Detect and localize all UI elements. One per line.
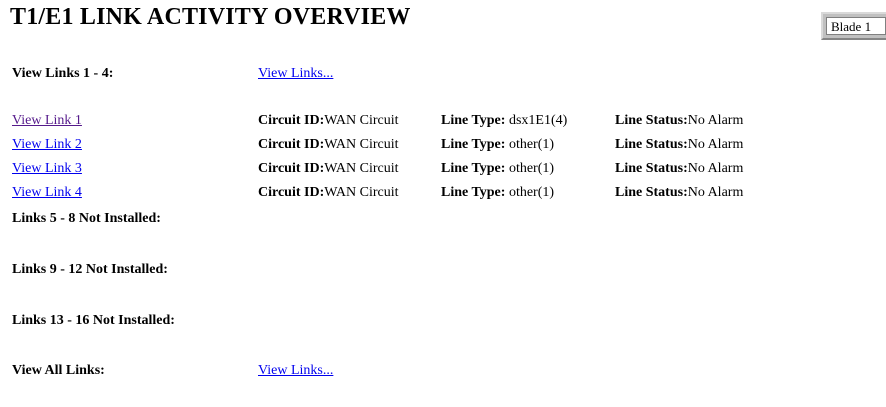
line-status-value: No Alarm (687, 137, 744, 152)
view-link-4[interactable]: View Link 4 (12, 185, 82, 201)
page-title: T1/E1 LINK ACTIVITY OVERVIEW (10, 4, 411, 30)
line-status-value: No Alarm (687, 161, 744, 176)
line-type-value: other(1) (508, 185, 555, 200)
blade-select[interactable]: Blade 1 (821, 12, 886, 40)
view-link-1[interactable]: View Link 1 (12, 113, 82, 129)
link-3-status: Line Status:No Alarm (615, 161, 743, 177)
circuit-id-label: Circuit ID: (258, 185, 325, 200)
line-type-value: dsx1E1(4) (508, 113, 568, 128)
circuit-id-value: WAN Circuit (324, 113, 399, 128)
link-4-status: Line Status:No Alarm (615, 185, 743, 201)
link-2-circuit: Circuit ID:WAN Circuit (258, 137, 399, 153)
links-9-12-not-installed: Links 9 - 12 Not Installed: (12, 262, 168, 277)
link-4-type: Line Type: other(1) (441, 185, 554, 201)
circuit-id-value: WAN Circuit (324, 161, 399, 176)
link-2-type: Line Type: other(1) (441, 137, 554, 153)
link-1-type: Line Type: dsx1E1(4) (441, 113, 567, 129)
link-3-type: Line Type: other(1) (441, 161, 554, 177)
circuit-id-label: Circuit ID: (258, 137, 325, 152)
view-all-links-link[interactable]: View Links... (258, 363, 333, 379)
line-type-label: Line Type: (441, 185, 506, 200)
line-status-value: No Alarm (687, 113, 744, 128)
line-status-label: Line Status: (615, 161, 688, 176)
circuit-id-value: WAN Circuit (324, 137, 399, 152)
line-type-label: Line Type: (441, 161, 506, 176)
link-2-status: Line Status:No Alarm (615, 137, 743, 153)
circuit-id-value: WAN Circuit (324, 185, 399, 200)
view-link-2[interactable]: View Link 2 (12, 137, 82, 153)
view-all-links-label: View All Links: (12, 363, 105, 378)
line-status-label: Line Status: (615, 113, 688, 128)
view-links-1-4-link[interactable]: View Links... (258, 66, 333, 82)
circuit-id-label: Circuit ID: (258, 161, 325, 176)
line-type-label: Line Type: (441, 137, 506, 152)
line-type-value: other(1) (508, 161, 555, 176)
link-1-circuit: Circuit ID:WAN Circuit (258, 113, 399, 129)
links-5-8-not-installed: Links 5 - 8 Not Installed: (12, 211, 161, 226)
line-status-value: No Alarm (687, 185, 744, 200)
circuit-id-label: Circuit ID: (258, 113, 325, 128)
link-3-circuit: Circuit ID:WAN Circuit (258, 161, 399, 177)
links-13-16-not-installed: Links 13 - 16 Not Installed: (12, 313, 175, 328)
line-type-value: other(1) (508, 137, 555, 152)
line-status-label: Line Status: (615, 185, 688, 200)
line-status-label: Line Status: (615, 137, 688, 152)
view-links-1-4-label: View Links 1 - 4: (12, 66, 114, 81)
line-type-label: Line Type: (441, 113, 506, 128)
link-1-status: Line Status:No Alarm (615, 113, 743, 129)
view-link-3[interactable]: View Link 3 (12, 161, 82, 177)
link-4-circuit: Circuit ID:WAN Circuit (258, 185, 399, 201)
blade-select-value[interactable]: Blade 1 (826, 17, 886, 35)
